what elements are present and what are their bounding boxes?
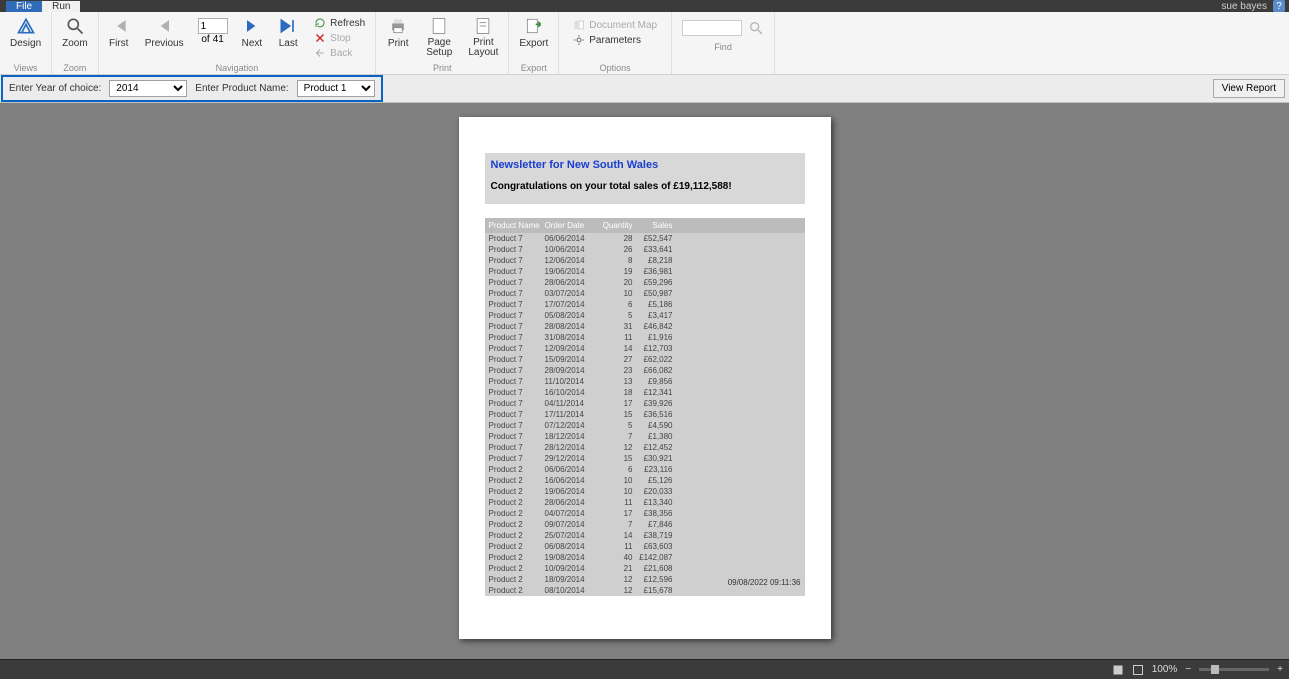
table-row: Product 219/08/201440£142,087 — [485, 552, 805, 563]
table-row: Product 705/08/20145£3,417 — [485, 310, 805, 321]
table-row: Product 717/07/20146£5,186 — [485, 299, 805, 310]
views-group-label: Views — [4, 63, 47, 74]
back-button[interactable]: Back — [308, 46, 371, 60]
refresh-button[interactable]: Refresh — [308, 16, 371, 30]
table-row: Product 715/09/201427£62,022 — [485, 354, 805, 365]
zoom-in-button[interactable]: + — [1277, 664, 1283, 675]
print-button[interactable]: Print — [380, 14, 416, 63]
export-button[interactable]: Export — [513, 14, 554, 63]
view-mode-1-icon[interactable] — [1112, 664, 1124, 676]
table-row: Product 712/06/20148£8,218 — [485, 255, 805, 266]
parameter-bar: Enter Year of choice: 2014 Enter Product… — [0, 75, 1289, 103]
table-row: Product 707/12/20145£4,590 — [485, 420, 805, 431]
table-row: Product 228/06/201411£13,340 — [485, 497, 805, 508]
table-row: Product 718/12/20147£1,380 — [485, 431, 805, 442]
file-tab[interactable]: File — [6, 1, 42, 12]
status-bar: 100% − + — [0, 659, 1289, 679]
zoom-slider[interactable] — [1199, 668, 1269, 671]
design-button[interactable]: Design — [4, 14, 47, 63]
table-row: Product 703/07/201410£50,987 — [485, 288, 805, 299]
parameter-highlight: Enter Year of choice: 2014 Enter Product… — [1, 75, 383, 102]
page-setup-icon — [429, 16, 449, 36]
first-button[interactable]: First — [103, 14, 135, 51]
zoom-out-button[interactable]: − — [1185, 664, 1191, 675]
table-row: Product 710/06/201426£33,641 — [485, 244, 805, 255]
table-row: Product 706/06/201428£52,547 — [485, 233, 805, 244]
parameters-button[interactable]: Parameters — [567, 33, 663, 47]
table-row: Product 717/11/201415£36,516 — [485, 409, 805, 420]
find-icon[interactable] — [748, 20, 764, 36]
year-param-label: Enter Year of choice: — [9, 83, 101, 94]
product-param-select[interactable]: Product 1 — [297, 80, 375, 97]
print-group-label: Print — [380, 63, 504, 74]
table-row: Product 206/06/20146£23,116 — [485, 464, 805, 475]
report-canvas[interactable]: Newsletter for New South Wales Congratul… — [0, 103, 1289, 659]
table-row: Product 728/08/201431£46,842 — [485, 321, 805, 332]
user-name: sue bayes — [1221, 1, 1267, 12]
table-row: Product 711/10/201413£9,856 — [485, 376, 805, 387]
report-congrats: Congratulations on your total sales of £… — [491, 181, 799, 192]
product-param-label: Enter Product Name: — [195, 83, 288, 94]
print-layout-button[interactable]: Print Layout — [462, 14, 504, 63]
table-row: Product 210/09/201421£21,608 — [485, 563, 805, 574]
parameters-icon — [573, 34, 585, 46]
design-icon — [16, 16, 36, 36]
report-page: Newsletter for New South Wales Congratul… — [459, 117, 831, 639]
table-row: Product 729/12/201415£30,921 — [485, 453, 805, 464]
document-map-icon — [573, 19, 585, 31]
next-icon — [242, 16, 262, 36]
next-button[interactable]: Next — [236, 14, 269, 51]
page-number-input[interactable] — [198, 18, 228, 34]
view-report-button[interactable]: View Report — [1213, 79, 1285, 98]
stop-icon — [314, 32, 326, 44]
back-icon — [314, 47, 326, 59]
table-row: Product 731/08/201411£1,916 — [485, 332, 805, 343]
prev-icon — [154, 16, 174, 36]
table-row: Product 719/06/201419£36,981 — [485, 266, 805, 277]
report-title: Newsletter for New South Wales — [491, 159, 799, 171]
title-bar: File Run sue bayes ? — [0, 0, 1289, 12]
print-layout-icon — [473, 16, 493, 36]
refresh-icon — [314, 17, 326, 29]
last-button[interactable]: Last — [272, 14, 304, 51]
table-row: Product 204/07/201417£38,356 — [485, 508, 805, 519]
report-table: Product Name Order Date Quantity Sales P… — [485, 218, 805, 596]
options-group-label: Options — [563, 63, 667, 74]
page-setup-button[interactable]: Page Setup — [420, 14, 458, 63]
year-param-select[interactable]: 2014 — [109, 80, 187, 97]
table-row: Product 209/07/20147£7,846 — [485, 519, 805, 530]
zoom-level: 100% — [1152, 664, 1178, 675]
zoom-icon — [65, 16, 85, 36]
ribbon: Design Views Zoom Zoom First Previous — [0, 12, 1289, 75]
previous-button[interactable]: Previous — [139, 14, 190, 51]
table-header-row: Product Name Order Date Quantity Sales — [485, 218, 805, 233]
export-group-label: Export — [513, 63, 554, 74]
first-icon — [109, 16, 129, 36]
print-icon — [388, 16, 408, 36]
table-row: Product 206/08/201411£63,603 — [485, 541, 805, 552]
table-row: Product 225/07/201414£38,719 — [485, 530, 805, 541]
help-icon[interactable]: ? — [1273, 0, 1285, 12]
navigation-group-label: Navigation — [103, 63, 371, 74]
zoom-button[interactable]: Zoom — [56, 14, 94, 63]
find-group-label: Find — [676, 42, 770, 53]
table-row: Product 728/06/201420£59,296 — [485, 277, 805, 288]
report-footer-time: 09/08/2022 09:11:36 — [728, 578, 801, 587]
view-mode-2-icon[interactable] — [1132, 664, 1144, 676]
run-tab[interactable]: Run — [42, 1, 80, 12]
zoom-group-label: Zoom — [56, 63, 94, 74]
last-icon — [278, 16, 298, 36]
stop-button[interactable]: Stop — [308, 31, 371, 45]
table-row: Product 704/11/201417£39,926 — [485, 398, 805, 409]
table-row: Product 716/10/201418£12,341 — [485, 387, 805, 398]
table-row: Product 219/06/201410£20,033 — [485, 486, 805, 497]
table-row: Product 728/09/201423£66,082 — [485, 365, 805, 376]
find-input[interactable] — [682, 20, 742, 36]
table-row: Product 712/09/201414£12,703 — [485, 343, 805, 354]
document-map-button[interactable]: Document Map — [567, 18, 663, 32]
table-row: Product 728/12/201412£12,452 — [485, 442, 805, 453]
table-row: Product 216/06/201410£5,126 — [485, 475, 805, 486]
export-icon — [524, 16, 544, 36]
